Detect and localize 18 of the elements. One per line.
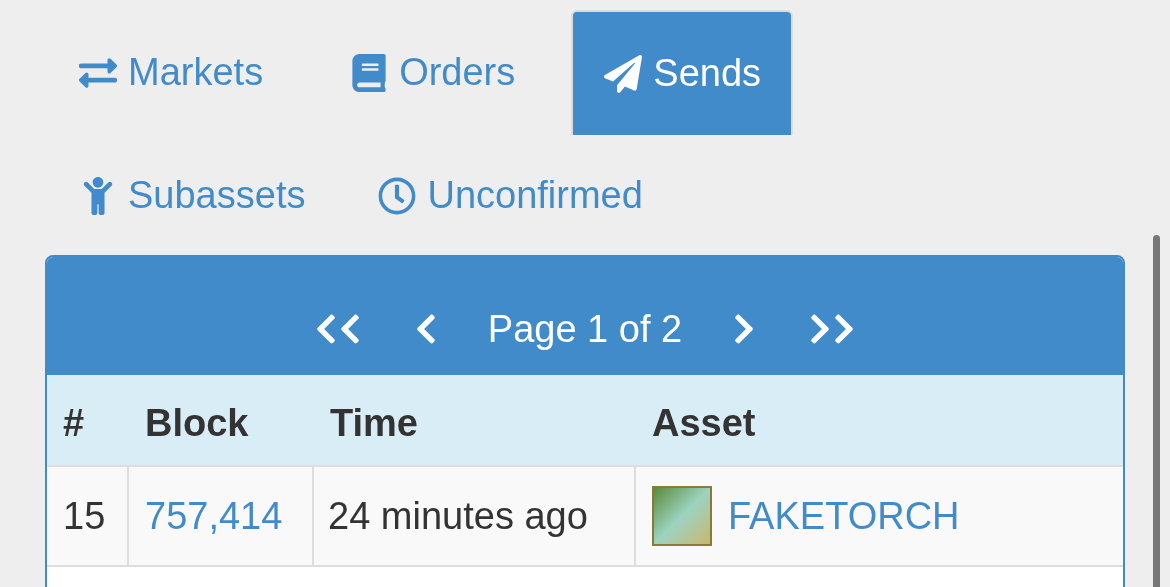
clock-icon	[377, 176, 418, 215]
scrollbar[interactable]	[1153, 235, 1160, 587]
nav-tab[interactable]: Unconfirmed	[347, 133, 673, 258]
nav-tab[interactable]: Orders	[319, 10, 546, 135]
nav-tab[interactable]: Sends	[571, 10, 794, 135]
column-header: Time	[330, 400, 418, 446]
nav-tab[interactable]: Markets	[48, 10, 294, 135]
asset-link[interactable]: FAKETORCH	[728, 487, 960, 545]
asset-thumbnail	[652, 486, 712, 546]
table-cell-text: 24 minutes ago	[328, 493, 588, 539]
column-header: #	[63, 400, 85, 446]
table-cell-text: 15	[63, 493, 106, 539]
paper-plane-icon	[603, 54, 644, 93]
column-header: Block	[145, 400, 249, 446]
page-indicator: Page 1 of 2	[487, 306, 683, 352]
nav-tab[interactable]: Subassets	[48, 133, 336, 258]
column-header: Asset	[652, 400, 756, 446]
block-link[interactable]: 757,414	[145, 487, 283, 545]
